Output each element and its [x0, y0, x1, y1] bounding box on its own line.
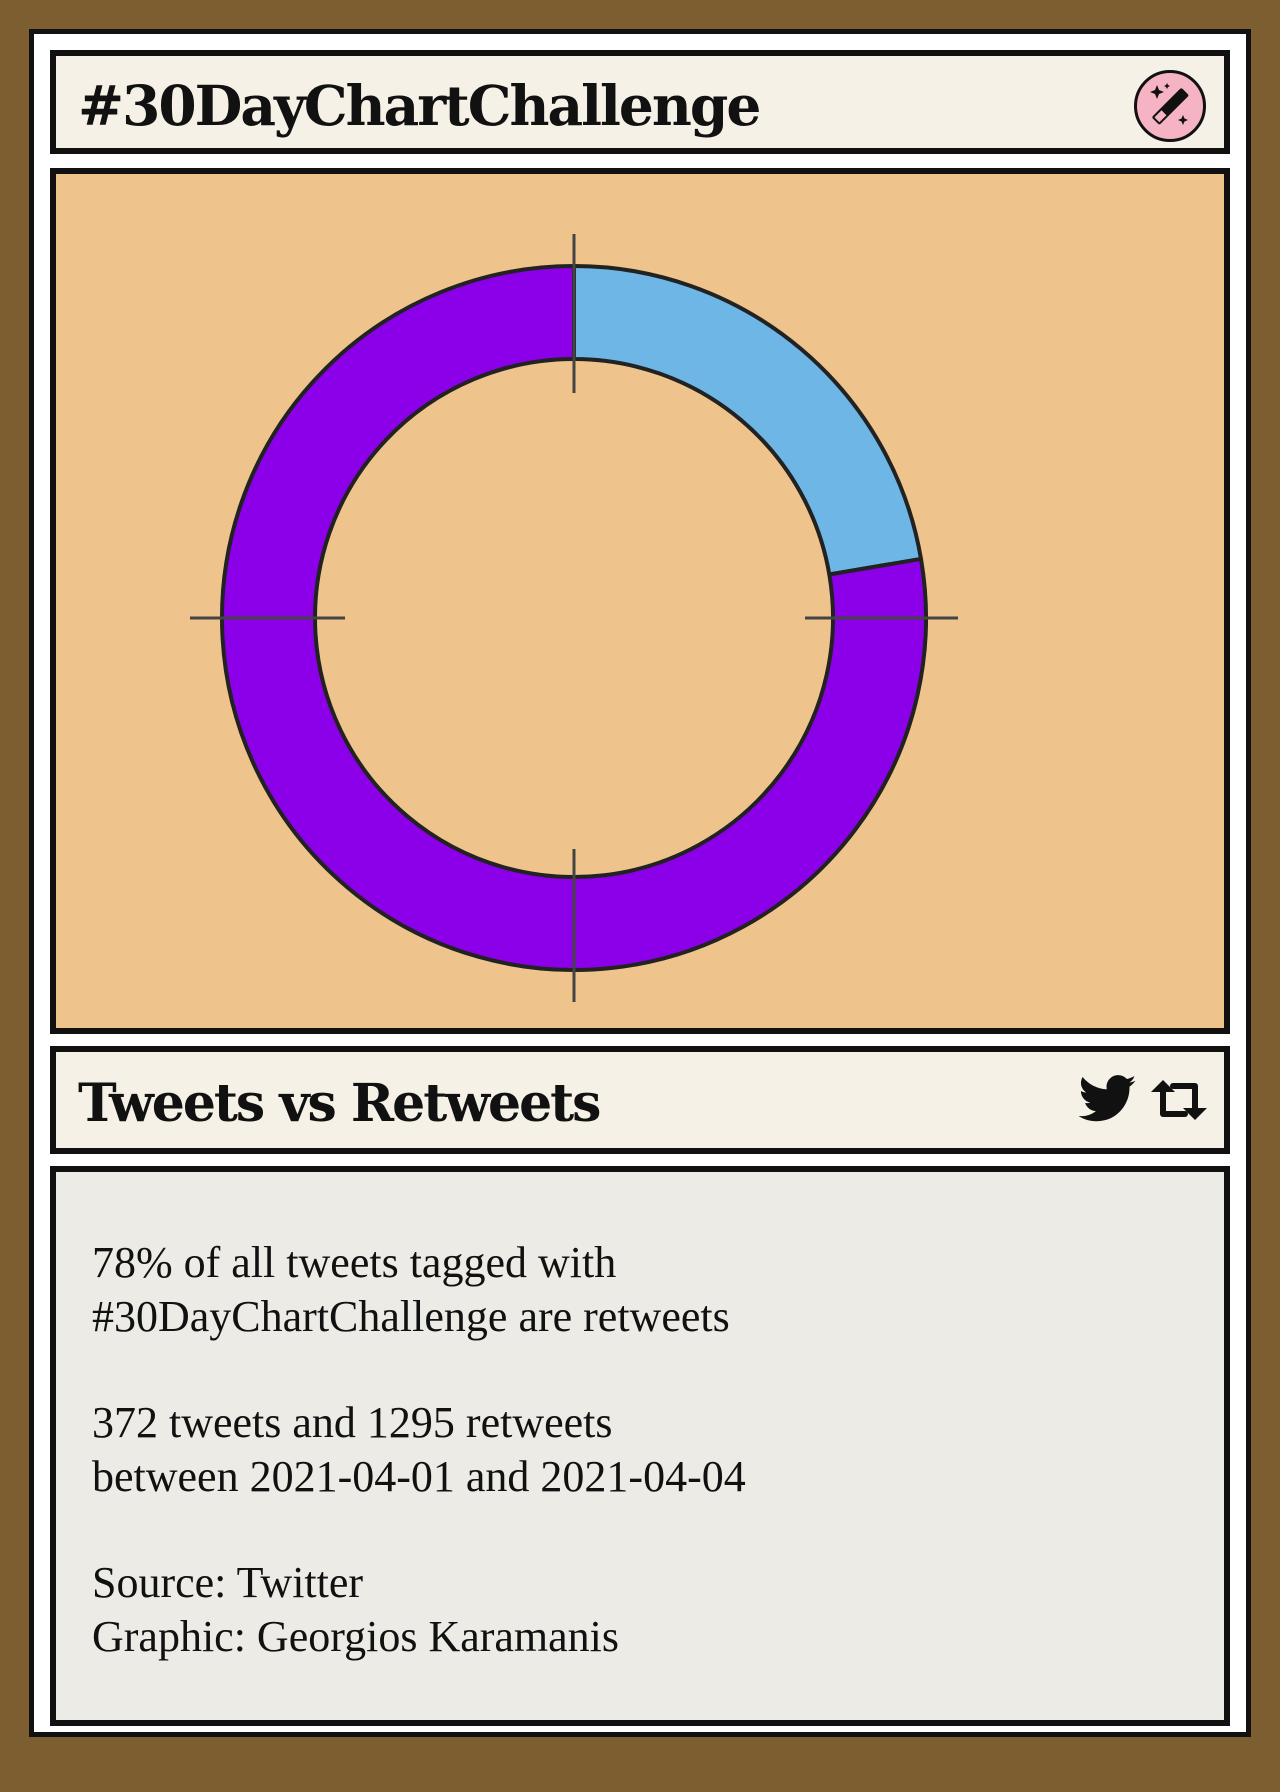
summary-text: 78% of all tweets tagged with #30DayChar… — [92, 1238, 730, 1341]
description-panel: 78% of all tweets tagged with #30DayChar… — [50, 1166, 1230, 1726]
title-bar: #30DayChartChallenge — [50, 50, 1230, 154]
chart-card: #30DayChartChallenge Tweets vs Retweets — [29, 29, 1251, 1737]
counts-text: 372 tweets and 1295 retweets between 202… — [92, 1398, 746, 1501]
page-title: #30DayChartChallenge — [78, 73, 761, 138]
chart-title: Tweets vs Retweets — [78, 1073, 601, 1134]
donut-chart — [190, 234, 958, 1002]
credits-text: Source: Twitter Graphic: Georgios Karama… — [92, 1558, 620, 1661]
twitter-bird-icon — [1079, 1075, 1137, 1122]
chart-area — [50, 168, 1230, 1034]
magic-wand-icon — [1134, 70, 1206, 142]
retweet-icon — [1151, 1080, 1207, 1120]
subtitle-bar: Tweets vs Retweets — [50, 1046, 1230, 1154]
donut-slice-tweets — [572, 264, 924, 577]
